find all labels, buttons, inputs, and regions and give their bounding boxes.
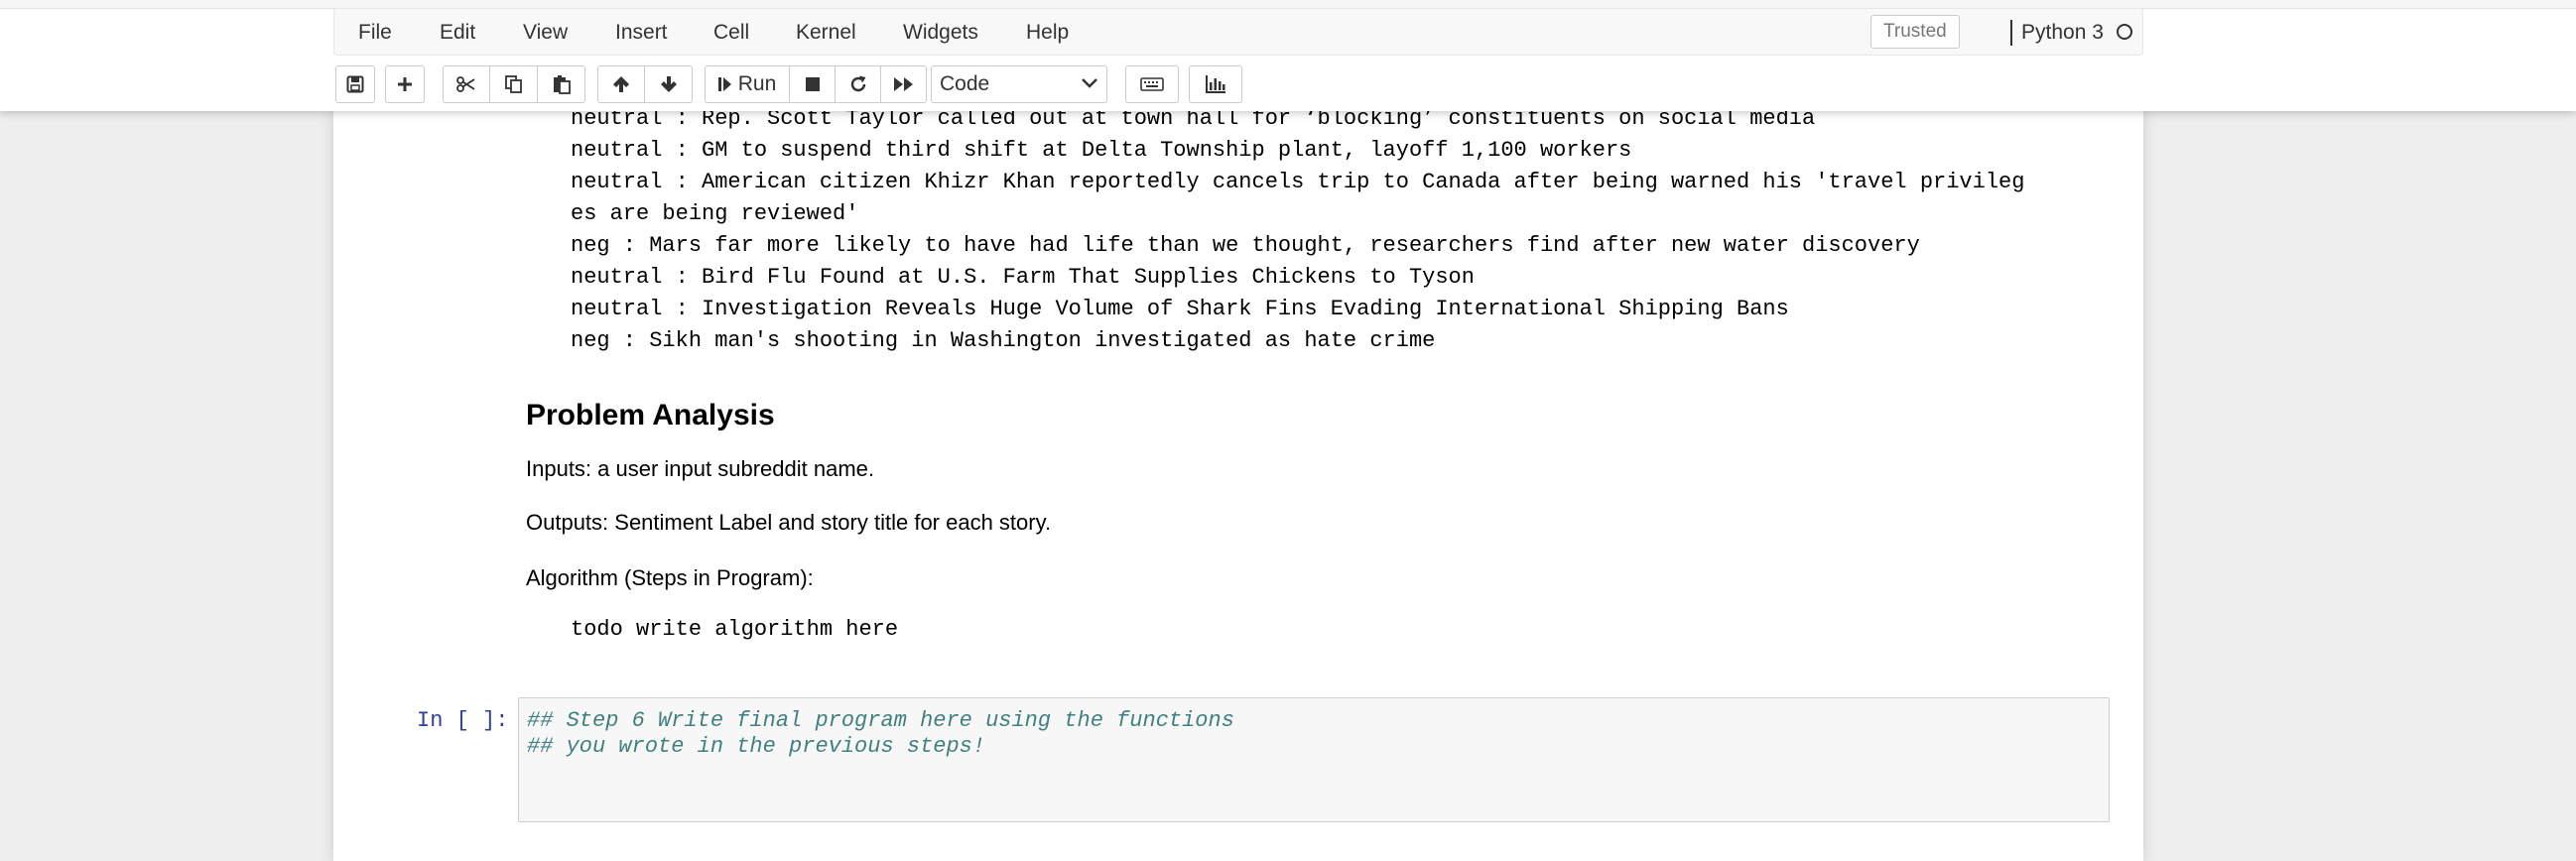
copy-button[interactable] xyxy=(490,65,538,103)
notebook-header: File Edit View Insert Cell Kernel Widget… xyxy=(0,0,2576,111)
menu-view[interactable]: View xyxy=(523,9,568,57)
chart-button[interactable] xyxy=(1189,65,1242,103)
code-comment-line: ## Step 6 Write final program here using… xyxy=(527,708,1234,733)
toolbar: Run Code xyxy=(333,65,2143,103)
output-line: es are being reviewed' xyxy=(571,201,859,226)
code-comment-line: ## you wrote in the previous steps! xyxy=(527,734,986,759)
save-icon xyxy=(346,75,364,93)
arrow-up-icon xyxy=(613,76,629,92)
output-line: neutral : GM to suspend third shift at D… xyxy=(571,138,1632,163)
trusted-badge[interactable]: Trusted xyxy=(1870,15,1960,49)
output-line: neg : Mars far more likely to have had l… xyxy=(571,233,1920,258)
output-line: neg : Sikh man's shooting in Washington … xyxy=(571,328,1436,353)
input-prompt: In [ ]: xyxy=(417,708,509,733)
output-line: neutral : American citizen Khizr Khan re… xyxy=(571,170,2025,194)
run-label: Run xyxy=(737,72,777,95)
move-down-button[interactable] xyxy=(645,65,693,103)
menu-cell[interactable]: Cell xyxy=(713,9,749,57)
restart-icon xyxy=(850,75,865,92)
run-icon xyxy=(717,77,731,91)
chevron-down-icon xyxy=(1082,78,1097,88)
menu-edit[interactable]: Edit xyxy=(440,9,475,57)
paste-icon xyxy=(553,75,571,94)
kernel-name[interactable]: Python 3 xyxy=(2021,9,2104,57)
menu-widgets[interactable]: Widgets xyxy=(903,9,978,57)
keyboard-icon xyxy=(1140,77,1164,91)
kernel-divider xyxy=(2010,20,2012,46)
markdown-outputs: Outputs: Sentiment Label and story title… xyxy=(526,510,1052,535)
menu-help[interactable]: Help xyxy=(1026,9,1069,57)
output-line: neutral : Bird Flu Found at U.S. Farm Th… xyxy=(571,265,1475,290)
restart-button[interactable] xyxy=(836,65,881,103)
markdown-code-block: todo write algorithm here xyxy=(571,617,899,642)
cut-icon xyxy=(456,76,475,92)
markdown-algorithm: Algorithm (Steps in Program): xyxy=(526,565,814,590)
paste-button[interactable] xyxy=(538,65,585,103)
copy-icon xyxy=(504,75,522,93)
fast-forward-icon xyxy=(893,77,913,91)
move-up-button[interactable] xyxy=(597,65,645,103)
cell-type-value: Code xyxy=(940,72,990,95)
arrow-down-icon xyxy=(660,76,677,92)
stop-icon xyxy=(805,77,820,91)
menu-insert[interactable]: Insert xyxy=(615,9,668,57)
menubar: File Edit View Insert Cell Kernel Widget… xyxy=(333,8,2143,56)
cut-button[interactable] xyxy=(443,65,490,103)
interrupt-button[interactable] xyxy=(790,65,836,103)
insert-cell-button[interactable] xyxy=(385,65,425,103)
menu-file[interactable]: File xyxy=(358,9,392,57)
chart-icon xyxy=(1206,75,1225,93)
restart-run-all-button[interactable] xyxy=(881,65,927,103)
kernel-idle-icon xyxy=(2117,24,2132,40)
plus-icon xyxy=(398,77,412,91)
cell-type-select[interactable]: Code xyxy=(931,65,1107,103)
command-palette-button[interactable] xyxy=(1125,65,1179,103)
markdown-heading: Problem Analysis xyxy=(526,399,775,431)
output-line: neutral : Investigation Reveals Huge Vol… xyxy=(571,297,1789,321)
code-cell-editor[interactable]: ## Step 6 Write final program here using… xyxy=(518,697,2110,822)
save-button[interactable] xyxy=(335,65,375,103)
run-button[interactable]: Run xyxy=(705,65,790,103)
menu-kernel[interactable]: Kernel xyxy=(796,9,856,57)
markdown-inputs: Inputs: a user input subreddit name. xyxy=(526,456,874,481)
